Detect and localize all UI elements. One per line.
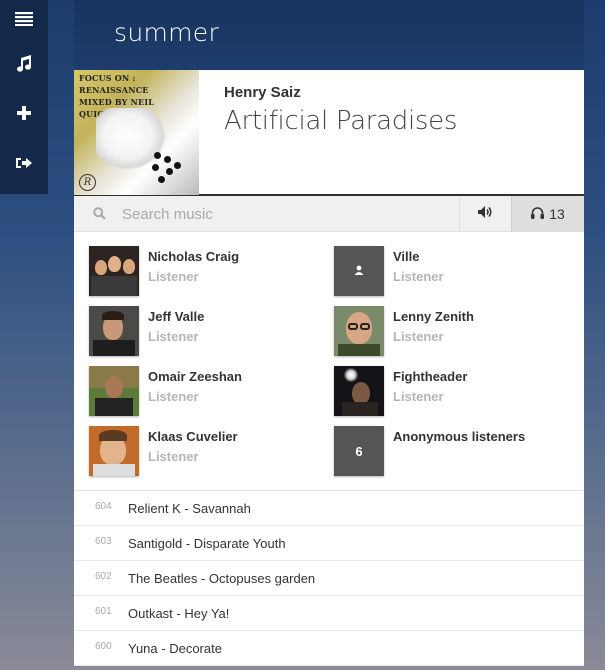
listeners-button[interactable]: 13 [511,196,584,232]
track-artist: Henry Saiz [224,84,301,101]
room-header: summer [74,0,584,70]
anonymous-listeners-item[interactable]: 6 Anonymous listeners [334,426,564,478]
avatar [89,366,139,416]
listener-name: Lenny Zenith [393,309,474,324]
menu-button[interactable] [0,0,48,38]
now-playing: FOCUS ON : RENAISSANCE MIXED BY NEIL QUI… [74,70,584,196]
music-button[interactable] [0,38,48,88]
avatar [334,306,384,356]
room-title: summer [114,18,220,47]
plus-icon [17,106,31,120]
track-title: Artificial Paradises [224,106,458,136]
room-panel: summer FOCUS ON : RENAISSANCE MIXED BY N… [74,0,584,670]
listener-item[interactable]: Klaas Cuvelier Listener [89,426,319,478]
avatar [89,426,139,476]
sign-out-button[interactable] [0,138,48,188]
sign-out-icon [16,156,32,170]
listener-item[interactable]: Omair Zeeshan Listener [89,366,319,418]
history-row[interactable]: 604 Relient K - Savannah [74,491,584,526]
listener-item[interactable]: Fightheader Listener [334,366,564,418]
listener-role: Listener [393,329,444,344]
listener-role: Listener [148,389,199,404]
listener-role: Listener [393,389,444,404]
avatar [89,246,139,296]
listener-name: Omair Zeeshan [148,369,242,384]
listener-name: Ville [393,249,420,264]
listener-item[interactable]: Jeff Valle Listener [89,306,319,358]
sidebar [0,0,48,194]
listener-item[interactable]: Lenny Zenith Listener [334,306,564,358]
album-logo-icon: R [79,174,96,191]
avatar [334,366,384,416]
history-row[interactable]: 601 Outkast - Hey Ya! [74,596,584,631]
album-art: FOCUS ON : RENAISSANCE MIXED BY NEIL QUI… [74,70,199,195]
history-number: 600 [95,641,112,652]
listener-role: Listener [148,269,199,284]
search-icon [93,207,106,225]
listener-role: Listener [148,449,199,464]
history-number: 603 [95,536,112,547]
avatar [89,306,139,356]
listener-role: Listener [148,329,199,344]
search-bar: 13 [74,196,584,232]
history-row[interactable]: 603 Santigold - Disparate Youth [74,526,584,561]
listener-name: Anonymous listeners [393,429,526,444]
avatar [334,246,384,296]
history-number: 604 [95,501,112,512]
listener-count: 13 [549,206,565,222]
history-title: Outkast - Hey Ya! [128,606,230,621]
listener-name: Nicholas Craig [148,249,240,264]
listener-item[interactable]: Ville Listener [334,246,564,298]
history-row[interactable]: 600 Yuna - Decorate [74,631,584,666]
anonymous-count-badge: 6 [334,426,384,476]
search-input[interactable] [122,202,452,226]
history-row[interactable]: 602 The Beatles - Octopuses garden [74,561,584,596]
history-number: 601 [95,606,112,617]
listener-item[interactable]: Nicholas Craig Listener [89,246,319,298]
history-number: 602 [95,571,112,582]
headphones-icon [531,206,545,222]
volume-icon [478,205,493,223]
history-title: Relient K - Savannah [128,501,251,516]
listener-name: Klaas Cuvelier [148,429,238,444]
volume-button[interactable] [459,196,511,232]
listeners-panel: Nicholas Craig Listener Jeff Valle Liste… [74,232,584,491]
search-box [74,196,459,231]
history-list: 604 Relient K - Savannah 603 Santigold -… [74,491,584,666]
listener-name: Fightheader [393,369,468,384]
music-note-icon [16,54,32,72]
listener-name: Jeff Valle [148,309,205,324]
history-title: The Beatles - Octopuses garden [128,571,316,586]
add-button[interactable] [0,88,48,138]
history-title: Yuna - Decorate [128,641,222,656]
history-title: Santigold - Disparate Youth [128,536,286,551]
menu-icon [15,12,33,26]
user-icon [354,262,364,280]
listener-role: Listener [393,269,444,284]
